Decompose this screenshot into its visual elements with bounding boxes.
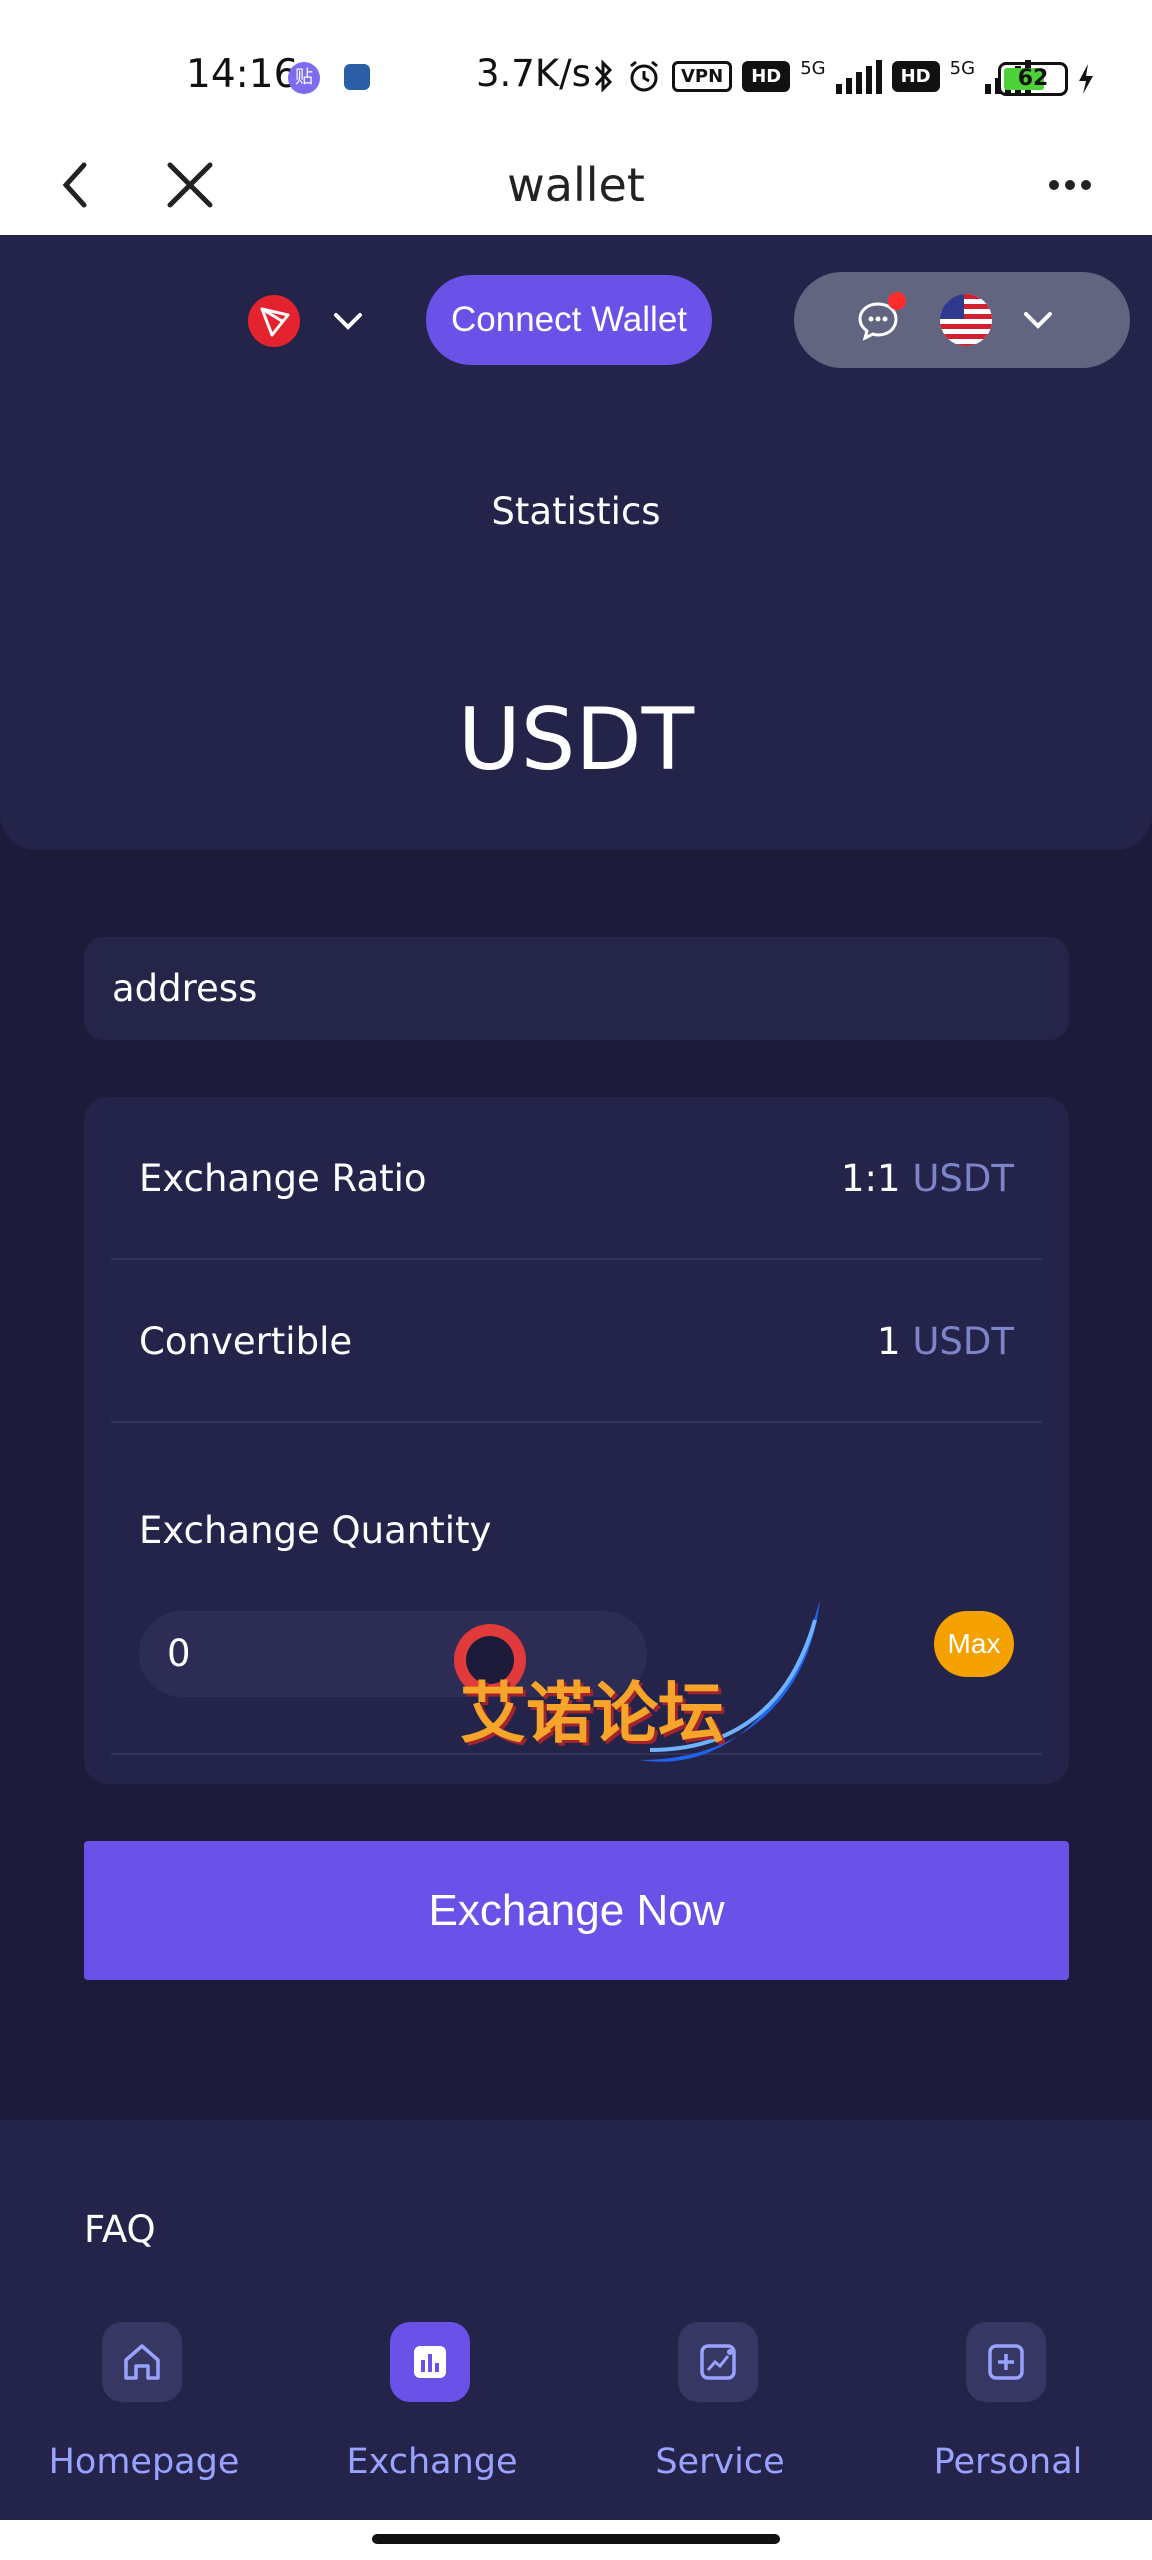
network-type-2: 5G <box>949 58 976 79</box>
language-chevron-down-icon[interactable] <box>1018 300 1058 340</box>
service-icon <box>678 2322 758 2402</box>
network-speed: 3.7K/s <box>476 52 591 95</box>
convertible-row: Convertible 1 USDT <box>111 1260 1042 1423</box>
faq-label[interactable]: FAQ <box>84 2208 156 2251</box>
exchange-ratio-label: Exchange Ratio <box>139 1157 427 1200</box>
charging-icon <box>1079 64 1093 94</box>
nav-homepage-label: Homepage <box>48 2442 240 2482</box>
nav-service-label: Service <box>655 2442 785 2482</box>
bluetooth-icon <box>594 59 613 93</box>
more-icon <box>1049 180 1091 190</box>
convertible-value: 1 USDT <box>877 1320 1014 1363</box>
watermark-text: 艾诺论坛 <box>460 1675 724 1752</box>
token-title: USDT <box>457 690 695 790</box>
page-title: wallet <box>507 158 645 212</box>
header-panel: Connect Wallet Statistics USDT <box>0 235 1152 850</box>
exchange-chart-icon <box>390 2322 470 2402</box>
title-bar: wallet <box>0 135 1152 235</box>
convertible-unit: USDT <box>912 1320 1014 1363</box>
exchange-now-button[interactable]: Exchange Now <box>84 1841 1069 1980</box>
personal-plus-icon <box>966 2322 1046 2402</box>
home-icon <box>102 2322 182 2402</box>
address-input[interactable] <box>84 937 1069 1040</box>
us-flag-icon[interactable] <box>940 294 992 346</box>
exchange-ratio-value: 1:1 USDT <box>841 1157 1014 1200</box>
nav-exchange-label: Exchange <box>346 2442 518 2482</box>
tron-network-icon[interactable] <box>248 295 300 347</box>
signal-icon <box>835 58 882 94</box>
app-notification-icon: 贴 <box>288 62 320 94</box>
alarm-icon <box>630 60 658 92</box>
network-chevron-down-icon[interactable] <box>328 301 368 341</box>
convertible-label: Convertible <box>139 1320 353 1363</box>
more-options-button[interactable] <box>1040 155 1100 215</box>
app-cat-icon <box>344 64 370 90</box>
battery-icon: 62 <box>998 62 1068 96</box>
status-icons: VPN HD 5G HD 5G <box>592 58 1032 94</box>
status-bar: 14:16 贴 3.7K/s VPN HD 5G HD 5G 62 <box>0 0 1152 135</box>
network-type: 5G <box>800 58 826 79</box>
status-time: 14:16 <box>186 52 299 97</box>
nav-homepage[interactable]: Homepage <box>34 2322 254 2522</box>
exchange-ratio-unit: USDT <box>912 1157 1014 1200</box>
max-button[interactable]: Max <box>934 1611 1014 1677</box>
nav-personal[interactable]: Personal <box>898 2322 1118 2522</box>
hd-icon-2: HD <box>891 60 940 92</box>
notification-dot <box>888 292 906 310</box>
vpn-icon: VPN <box>672 60 733 92</box>
home-indicator[interactable] <box>372 2534 780 2544</box>
exchange-quantity-label: Exchange Quantity <box>139 1509 492 1552</box>
exchange-ratio-row: Exchange Ratio 1:1 USDT <box>111 1097 1042 1260</box>
statistics-label: Statistics <box>491 490 661 533</box>
nav-exchange[interactable]: Exchange <box>322 2322 542 2522</box>
nav-personal-label: Personal <box>933 2442 1083 2482</box>
bottom-navigation: Homepage Exchange Service Personal <box>0 2300 1152 2520</box>
header-options-pill <box>794 272 1130 368</box>
hd-icon: HD <box>742 60 791 92</box>
nav-service[interactable]: Service <box>610 2322 830 2522</box>
connect-wallet-button[interactable]: Connect Wallet <box>426 275 712 365</box>
